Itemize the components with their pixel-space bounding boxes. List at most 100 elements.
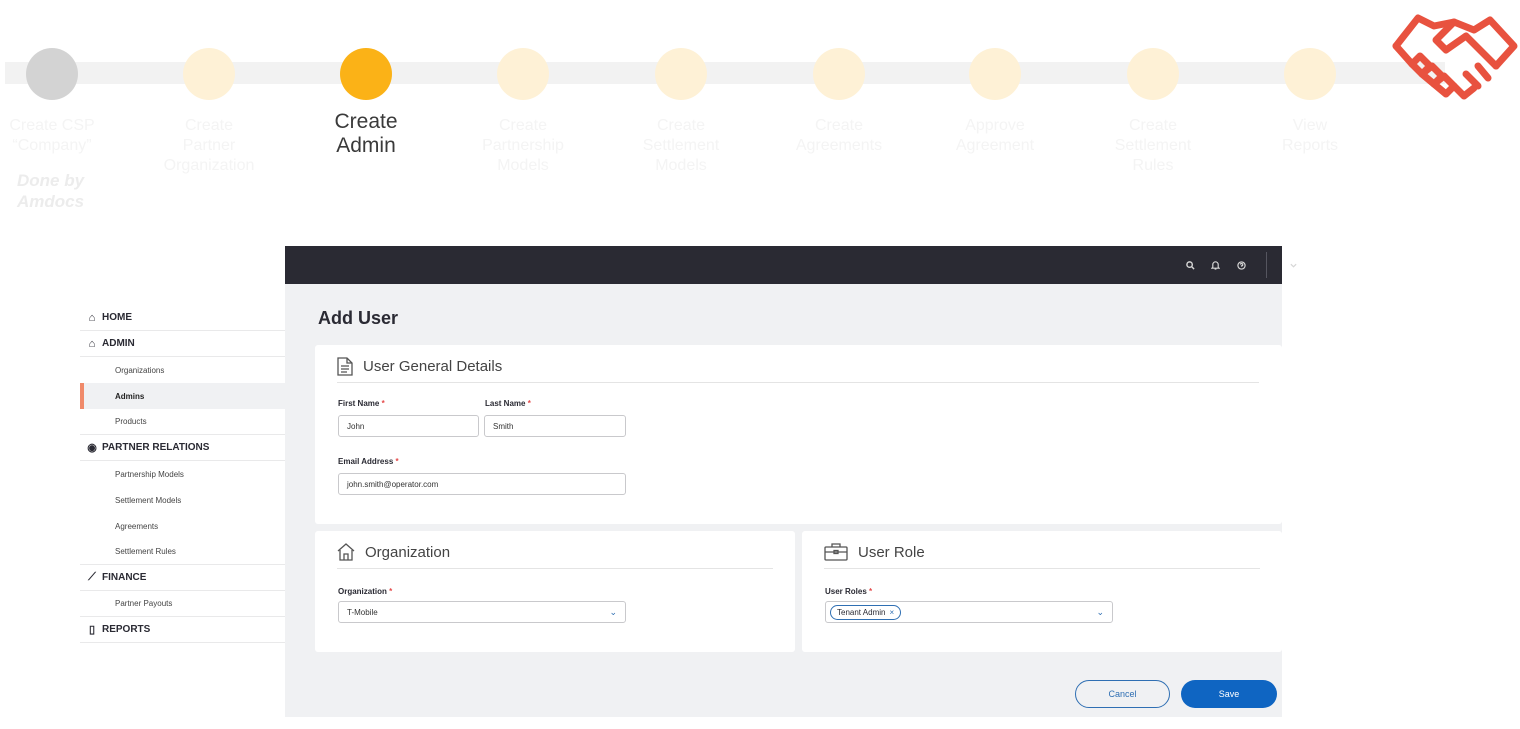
user-roles-label: User Roles * <box>825 587 873 596</box>
home-outline-icon <box>337 543 355 561</box>
sidebar-section-label: ADMIN <box>102 338 135 349</box>
briefcase-icon <box>824 543 848 561</box>
sidebar-item-label: Organizations <box>115 365 165 375</box>
step-label: Create Agreements <box>795 117 883 154</box>
step-8: Create Settlement Rules <box>1078 0 1228 230</box>
sidebar-item-label: Settlement Rules <box>115 547 176 556</box>
email-label: Email Address * <box>338 457 399 466</box>
sidebar-item-label: Products <box>115 417 147 426</box>
last-name-field[interactable]: Smith <box>484 415 626 437</box>
step-dot <box>655 48 707 100</box>
step-dot <box>813 48 865 100</box>
document-icon <box>337 357 353 376</box>
sidebar-section-partner-relations[interactable]: ◉ PARTNER RELATIONS <box>80 435 285 461</box>
home-icon: ⌂ <box>88 311 96 324</box>
step-label: Create Partnership Models <box>482 117 564 174</box>
card-divider <box>337 382 1259 383</box>
step-9: View Reports <box>1235 0 1385 230</box>
handshake-icon <box>1392 14 1518 100</box>
organization-label: Organization * <box>338 587 393 596</box>
chevron-down-icon: ⌄ <box>609 607 617 617</box>
role-chip-label: Tenant Admin <box>837 607 886 617</box>
step-7: Approve Agreement <box>920 0 1070 230</box>
card-heading-label: User General Details <box>363 358 503 375</box>
sidebar-item-settlement-rules[interactable]: Settlement Rules <box>80 539 285 565</box>
sidebar-item-products[interactable]: Products <box>80 409 285 435</box>
user-role-card: User Role User Roles * Tenant Admin × ⌄ <box>802 531 1282 652</box>
page-title: Add User <box>318 308 399 328</box>
bell-icon[interactable] <box>1207 257 1223 273</box>
card-divider <box>824 568 1260 569</box>
step-6: Create Agreements <box>764 0 914 230</box>
step-label: Create Settlement Models <box>642 117 720 174</box>
sidebar-item-label: Settlement Models <box>115 495 182 505</box>
step-dot <box>1284 48 1336 100</box>
sidebar-item-admins[interactable]: Admins <box>80 383 285 409</box>
step-label: Create Admin <box>334 110 398 157</box>
card-heading: User General Details <box>337 357 502 376</box>
step-dot <box>1127 48 1179 100</box>
card-divider <box>337 568 773 569</box>
sidebar-section-reports[interactable]: ▯ REPORTS <box>80 617 285 643</box>
sidebar-section-admin[interactable]: ⌂ ADMIN <box>80 331 285 357</box>
progress-stepper: Create CSP “Company” Create Partner Organ… <box>0 0 1520 230</box>
header-divider <box>1266 252 1267 278</box>
chevron-down-icon[interactable] <box>1285 257 1301 273</box>
first-name-label: First Name * <box>338 399 385 408</box>
step-dot <box>497 48 549 100</box>
step-label: Create Partner Organization <box>163 117 255 174</box>
sidebar-section-label: FINANCE <box>102 572 147 583</box>
partner-icon: ◉ <box>87 442 97 454</box>
last-name-value: Smith <box>493 421 514 431</box>
sidebar-item-partnership-models[interactable]: Partnership Models <box>80 461 285 487</box>
role-chip: Tenant Admin × <box>830 604 902 620</box>
card-heading-label: Organization <box>365 543 451 561</box>
step-label: Approve Agreement <box>955 117 1035 154</box>
sidebar-item-label: Partner Payouts <box>115 599 173 608</box>
step-label: View Reports <box>1281 117 1339 154</box>
step-dot <box>969 48 1021 100</box>
help-icon[interactable] <box>1233 257 1249 273</box>
search-icon[interactable] <box>1182 257 1198 273</box>
card-heading-label: User Role <box>858 543 925 561</box>
card-heading: User Role <box>824 543 925 561</box>
save-button[interactable]: Save <box>1181 680 1277 708</box>
organization-card: Organization Organization * T-Mobile ⌄ <box>315 531 795 652</box>
main-content: Add User User General Details First Name… <box>285 284 1282 717</box>
step-label: Create CSP “Company” <box>9 117 95 154</box>
step-2: Create Partner Organization <box>134 0 284 230</box>
chevron-down-icon: ⌄ <box>1096 607 1104 617</box>
sidebar-item-settlement-models[interactable]: Settlement Models <box>80 487 285 513</box>
organization-selected-value: T-Mobile <box>347 607 378 617</box>
remove-chip-icon[interactable]: × <box>889 608 894 617</box>
sidebar-item-organizations[interactable]: Organizations <box>80 357 285 383</box>
sidebar-section-label: REPORTS <box>102 624 151 635</box>
sidebar-item-label: Partnership Models <box>115 469 184 479</box>
sidebar-nav: ⌂ HOME ⌂ ADMIN Organizations Admins Products ◉ P… <box>80 305 285 643</box>
step-dot <box>183 48 235 100</box>
step-3: Create Admin <box>291 0 441 230</box>
user-general-details-card: User General Details First Name * John L… <box>315 345 1282 524</box>
sidebar-item-agreements[interactable]: Agreements <box>80 513 285 539</box>
step-4: Create Partnership Models <box>448 0 598 230</box>
chart-icon: ⟋ <box>88 571 96 583</box>
first-name-value: John <box>347 421 365 431</box>
organization-select[interactable]: T-Mobile ⌄ <box>338 601 626 623</box>
step-dot <box>26 48 78 100</box>
sidebar-section-home[interactable]: ⌂ HOME <box>80 305 285 331</box>
step-label: Create Settlement Rules <box>1114 117 1192 174</box>
first-name-field[interactable]: John <box>338 415 479 437</box>
sidebar-item-label: Admins <box>115 391 145 401</box>
sidebar-item-partner-payouts[interactable]: Partner Payouts <box>80 591 285 617</box>
email-value: john.smith@operator.com <box>347 479 439 489</box>
step-5: Create Settlement Models <box>606 0 756 230</box>
user-roles-select[interactable]: Tenant Admin × ⌄ <box>825 601 1113 623</box>
card-heading: Organization <box>337 543 450 561</box>
sidebar-section-finance[interactable]: ⟋ FINANCE <box>80 565 285 591</box>
report-icon: ▯ <box>88 624 96 636</box>
cancel-button[interactable]: Cancel <box>1075 680 1170 708</box>
done-by-note: Done by Amdocs <box>17 171 85 211</box>
app-header <box>285 246 1297 284</box>
email-field[interactable]: john.smith@operator.com <box>338 473 626 495</box>
admin-icon: ⌂ <box>88 337 96 350</box>
